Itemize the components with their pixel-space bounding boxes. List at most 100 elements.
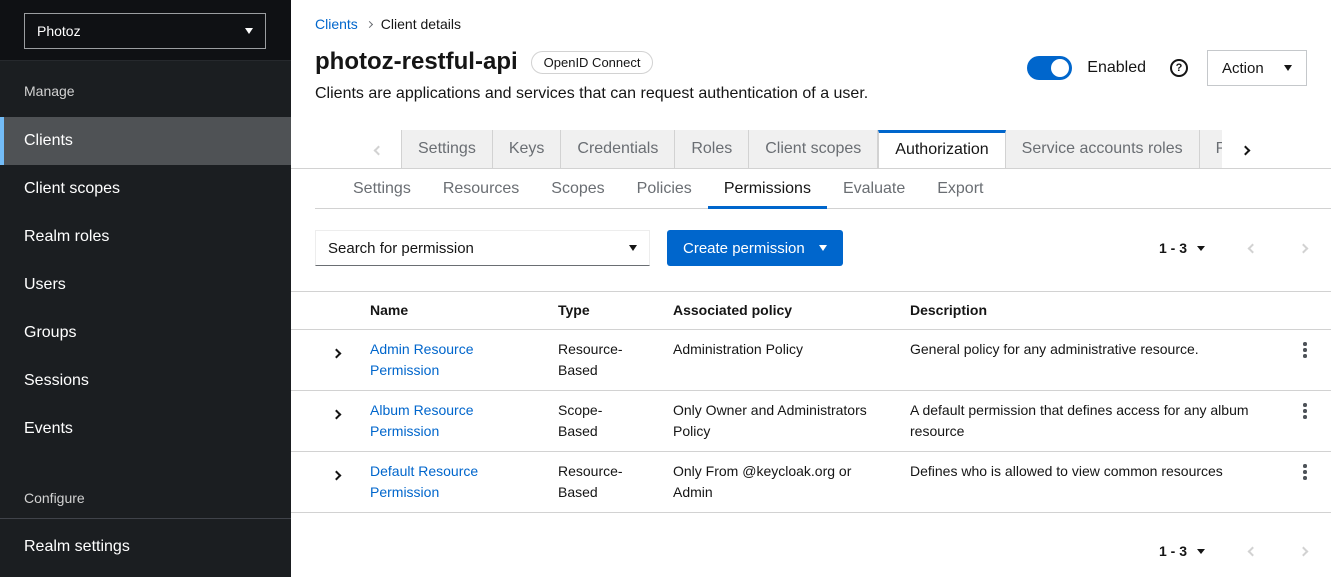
sidebar-item-users[interactable]: Users [0, 261, 291, 309]
sidebar-item-clients[interactable]: Clients [0, 117, 291, 165]
expand-cell [291, 391, 354, 451]
sidebar-item-groups[interactable]: Groups [0, 309, 291, 357]
type-cell: Resource-Based [542, 452, 657, 512]
actions-cell [1285, 391, 1331, 451]
sidebar-item-label: Groups [24, 324, 76, 342]
header-expand-spacer [291, 292, 354, 329]
action-menu-button[interactable]: Action [1207, 50, 1307, 86]
subtab-label: Policies [637, 180, 692, 197]
caret-down-icon [819, 245, 827, 251]
policy-cell: Only Owner and Administrators Policy [657, 391, 894, 451]
angle-right-icon [1299, 546, 1309, 556]
enabled-toggle[interactable] [1027, 56, 1072, 80]
caret-down-icon [1284, 65, 1292, 71]
angle-left-icon [373, 145, 383, 155]
row-expand-toggle[interactable] [333, 467, 340, 482]
table-footer: 1 - 3 [291, 513, 1331, 577]
subtab-scopes[interactable]: Scopes [535, 169, 620, 209]
page-header: photoz-restful-api OpenID Connect Client… [291, 32, 1331, 103]
subtab-evaluate[interactable]: Evaluate [827, 169, 921, 209]
kebab-menu-button[interactable] [1299, 460, 1311, 484]
page-description: Clients are applications and services th… [315, 85, 868, 103]
pagination-menu-toggle[interactable]: 1 - 3 [1159, 240, 1205, 256]
permissions-toolbar: Search for permission Create permission … [291, 230, 1331, 266]
expand-cell [291, 330, 354, 390]
tab-client-scopes[interactable]: Client scopes [749, 130, 878, 168]
subtab-export[interactable]: Export [921, 169, 999, 209]
page-header-controls: Enabled ? Action [1027, 50, 1307, 86]
type-cell: Resource-Based [542, 330, 657, 390]
tab-scroll-right-button[interactable] [1222, 130, 1268, 168]
subtab-label: Scopes [551, 180, 604, 197]
pagination-range: 1 - 3 [1159, 543, 1187, 559]
sidebar-item-sessions[interactable]: Sessions [0, 357, 291, 405]
sidebar-nav: Manage Clients Client scopes Realm roles… [0, 61, 291, 577]
sidebar-item-realm-roles[interactable]: Realm roles [0, 213, 291, 261]
angle-left-icon [1248, 546, 1258, 556]
subtab-settings[interactable]: Settings [337, 169, 427, 209]
pagination-bottom: 1 - 3 [1159, 543, 1307, 559]
tab-settings[interactable]: Settings [401, 130, 493, 168]
column-header-policy: Associated policy [657, 292, 894, 329]
subtab-policies[interactable]: Policies [621, 169, 708, 209]
header-actions-spacer [1285, 292, 1331, 329]
description-cell: Defines who is allowed to view common re… [894, 452, 1285, 512]
name-cell: Default Resource Permission [354, 452, 542, 512]
permission-name-link[interactable]: Default Resource Permission [370, 463, 478, 500]
tab-credentials[interactable]: Credentials [561, 130, 675, 168]
column-header-type: Type [542, 292, 657, 329]
tab-label: Settings [418, 140, 476, 157]
name-cell: Admin Resource Permission [354, 330, 542, 390]
pagination-menu-toggle[interactable]: 1 - 3 [1159, 543, 1205, 559]
search-permission-select[interactable]: Search for permission [315, 230, 650, 266]
pagination-top: 1 - 3 [1159, 240, 1307, 256]
create-permission-button[interactable]: Create permission [667, 230, 843, 266]
column-header-name: Name [354, 292, 542, 329]
nav-list-manage: Clients Client scopes Realm roles Users … [0, 117, 291, 453]
main-content: Clients Client details photoz-restful-ap… [291, 0, 1331, 577]
sidebar-item-label: Realm settings [24, 538, 130, 556]
breadcrumb-separator-icon [366, 20, 373, 27]
tab-service-accounts-roles[interactable]: Service accounts roles [1006, 130, 1200, 168]
policy-cell: Administration Policy [657, 330, 894, 390]
sidebar-item-realm-settings[interactable]: Realm settings [0, 523, 291, 571]
row-expand-toggle[interactable] [333, 345, 340, 360]
subtab-label: Permissions [724, 180, 811, 197]
pagination-prev-button [1249, 548, 1256, 555]
pagination-prev-button [1249, 245, 1256, 252]
tab-roles[interactable]: Roles [675, 130, 749, 168]
subtab-resources[interactable]: Resources [427, 169, 535, 209]
kebab-menu-button[interactable] [1299, 338, 1311, 362]
permission-name-link[interactable]: Album Resource Permission [370, 402, 474, 439]
subtab-label: Evaluate [843, 180, 905, 197]
breadcrumb-link-clients[interactable]: Clients [315, 16, 358, 32]
angle-left-icon [1248, 243, 1258, 253]
sidebar-item-client-scopes[interactable]: Client scopes [0, 165, 291, 213]
protocol-badge: OpenID Connect [531, 51, 654, 74]
table-row: Album Resource Permission Scope-Based On… [291, 391, 1331, 452]
column-header-description: Description [894, 292, 1285, 329]
kebab-menu-button[interactable] [1299, 399, 1311, 423]
help-icon[interactable]: ? [1170, 59, 1188, 77]
subtab-label: Settings [353, 180, 411, 197]
caret-down-icon [245, 28, 253, 34]
caret-down-icon [1197, 246, 1205, 251]
description-cell: A default permission that defines access… [894, 391, 1285, 451]
client-tabs: Settings Keys Credentials Roles Client s… [291, 131, 1331, 169]
row-expand-toggle[interactable] [333, 406, 340, 421]
caret-down-icon [1197, 549, 1205, 554]
nav-section-configure: Configure [0, 490, 291, 506]
sidebar-header: Photoz [0, 0, 291, 61]
permission-name-link[interactable]: Admin Resource Permission [370, 341, 474, 378]
caret-down-icon [629, 245, 637, 251]
name-cell: Album Resource Permission [354, 391, 542, 451]
sidebar-item-events[interactable]: Events [0, 405, 291, 453]
tab-label: Roles [691, 140, 732, 157]
tab-keys[interactable]: Keys [493, 130, 562, 168]
sidebar-item-label: Sessions [24, 372, 89, 390]
subtab-permissions[interactable]: Permissions [708, 169, 827, 209]
realm-selector[interactable]: Photoz [24, 13, 266, 49]
tab-authorization[interactable]: Authorization [878, 130, 1005, 168]
tab-permissions[interactable]: Permissions [1200, 130, 1222, 168]
search-permission-placeholder: Search for permission [328, 240, 474, 257]
